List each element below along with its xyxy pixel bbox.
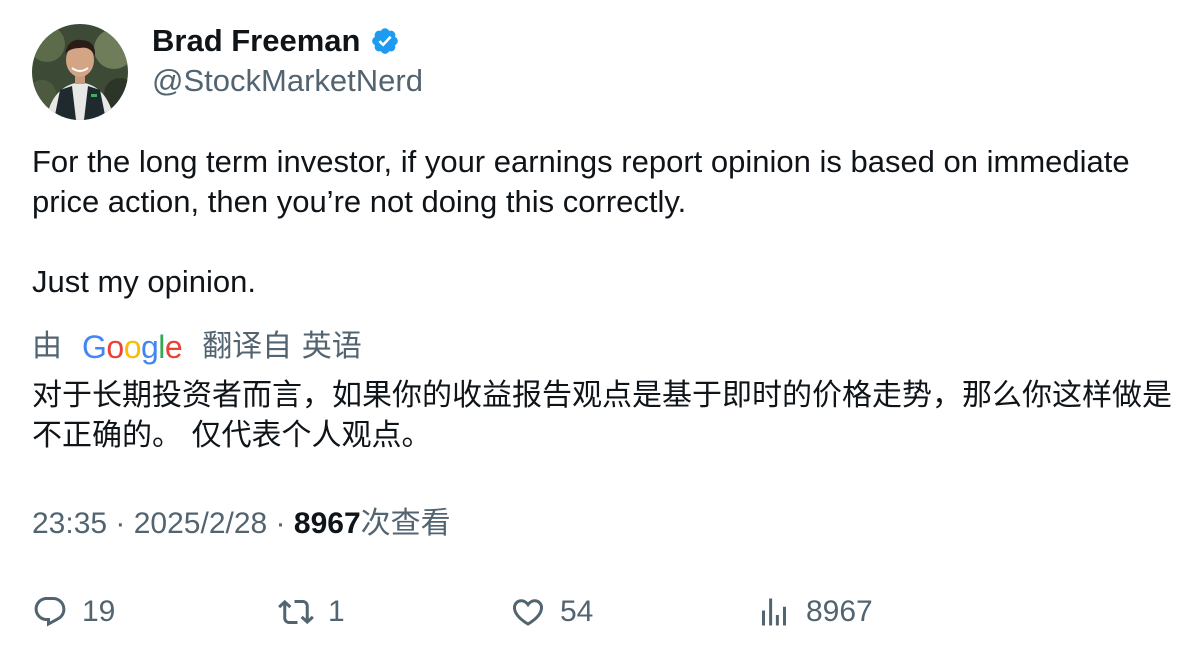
- avatar[interactable]: [32, 24, 128, 120]
- author-handle[interactable]: @StockMarketNerd: [152, 62, 423, 100]
- translation-attribution: 由 Google 翻译自 英语: [32, 326, 362, 368]
- tweet-date[interactable]: 2025/2/28: [134, 504, 267, 544]
- google-logo[interactable]: Google: [82, 326, 183, 368]
- retweet-icon: [278, 599, 314, 625]
- views-label: 次查看: [360, 506, 451, 541]
- views-action-count: 8967: [806, 595, 873, 628]
- meta-separator: ·: [107, 507, 134, 540]
- author-name-row[interactable]: Brad Freeman: [152, 22, 400, 60]
- tweet-text: For the long term investor, if your earn…: [32, 142, 1162, 302]
- retweet-button[interactable]: 1: [278, 590, 345, 634]
- reply-count: 19: [82, 595, 116, 628]
- meta-separator: ·: [267, 507, 294, 540]
- tweet-time[interactable]: 23:35: [32, 504, 107, 544]
- views-button[interactable]: 8967: [756, 590, 873, 634]
- heart-icon: [512, 599, 544, 626]
- like-count: 54: [560, 595, 594, 628]
- translation-prefix: 由: [32, 329, 62, 364]
- analytics-icon: [762, 598, 786, 626]
- tweet-paragraph: Just my opinion.: [32, 264, 256, 299]
- author-name[interactable]: Brad Freeman: [152, 22, 360, 60]
- reply-button[interactable]: 19: [32, 590, 115, 634]
- profile-photo: [32, 24, 128, 120]
- views-count: 8967: [293, 507, 361, 540]
- tweet-paragraph: For the long term investor, if your earn…: [32, 144, 1130, 219]
- reply-icon: [34, 597, 66, 627]
- verified-badge-icon[interactable]: [370, 26, 400, 56]
- tweet-meta: 23:35 · 2025/2/28 · 8967 次查看: [32, 504, 451, 544]
- translation-suffix: 翻译自 英语: [202, 329, 362, 364]
- retweet-count: 1: [328, 595, 345, 628]
- like-button[interactable]: 54: [510, 590, 593, 634]
- translated-text: 对于长期投资者而言，如果你的收益报告观点是基于即时的价格走势，那么你这样做是不正…: [32, 378, 1172, 453]
